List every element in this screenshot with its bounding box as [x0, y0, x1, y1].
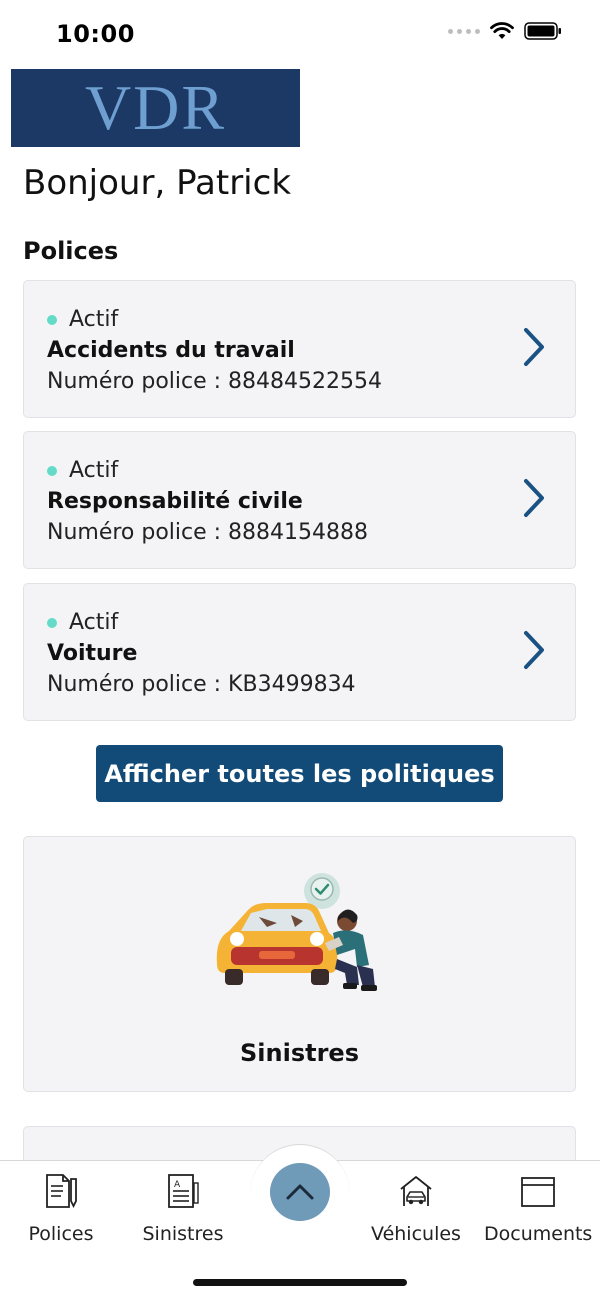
policy-card[interactable]: Actif Accidents du travail Numéro police…	[23, 280, 576, 418]
policy-status-text: Actif	[69, 307, 119, 332]
status-time: 10:00	[56, 20, 135, 48]
policy-number: Numéro police : 88484522554	[47, 369, 383, 394]
policy-document-icon	[46, 1174, 77, 1209]
chevron-up-icon	[286, 1184, 314, 1200]
policy-name: Voiture	[47, 641, 138, 666]
car-house-icon	[400, 1176, 432, 1206]
view-all-policies-button[interactable]: Afficher toutes les politiques	[96, 745, 503, 802]
policy-status: Actif	[47, 610, 118, 635]
policy-status: Actif	[47, 458, 118, 483]
policy-status-text: Actif	[69, 458, 119, 483]
nav-item-vehicules[interactable]: Véhicules	[370, 1169, 462, 1245]
svg-text:A: A	[174, 1180, 181, 1190]
policy-number: Numéro police : KB3499834	[47, 672, 356, 697]
wifi-icon	[490, 22, 514, 39]
nav-item-polices[interactable]: Polices	[24, 1169, 98, 1245]
nav-label: Documents	[484, 1223, 593, 1245]
chevron-right-icon[interactable]	[523, 327, 545, 367]
policy-card[interactable]: Actif Responsabilité civile Numéro polic…	[23, 431, 576, 569]
section-title-policies: Polices	[23, 237, 119, 265]
status-dot-icon	[47, 617, 57, 628]
expand-menu-button[interactable]	[270, 1163, 330, 1221]
chevron-right-icon[interactable]	[523, 630, 545, 670]
policy-name: Responsabilité civile	[47, 489, 303, 514]
status-bar: 10:00	[0, 0, 600, 64]
nav-label: Sinistres	[142, 1223, 224, 1245]
claims-card[interactable]: Sinistres	[23, 836, 576, 1092]
nav-label: Véhicules	[371, 1223, 461, 1245]
folder-icon	[521, 1177, 555, 1207]
car-repair-illustration	[216, 873, 377, 991]
policy-number: Numéro police : 8884154888	[47, 520, 369, 545]
home-indicator[interactable]	[193, 1279, 407, 1286]
battery-icon	[524, 22, 561, 40]
brand-logo: VDR	[11, 69, 300, 147]
cellular-signal-icon	[448, 28, 480, 34]
logo-text: VDR	[84, 72, 227, 143]
status-icons	[448, 22, 562, 40]
greeting-text: Bonjour, Patrick	[23, 163, 292, 203]
status-dot-icon	[47, 465, 57, 476]
status-dot-icon	[47, 314, 57, 325]
nav-item-documents[interactable]: Documents	[484, 1169, 592, 1245]
policy-status: Actif	[47, 307, 118, 332]
policy-status-text: Actif	[69, 610, 119, 635]
claims-document-icon: A	[168, 1174, 199, 1208]
claims-card-label: Sinistres	[240, 1039, 359, 1067]
nav-item-sinistres[interactable]: A Sinistres	[140, 1169, 226, 1245]
nav-label: Polices	[28, 1223, 94, 1245]
chevron-right-icon[interactable]	[523, 478, 545, 518]
policy-name: Accidents du travail	[47, 338, 295, 363]
policy-card[interactable]: Actif Voiture Numéro police : KB3499834	[23, 583, 576, 721]
